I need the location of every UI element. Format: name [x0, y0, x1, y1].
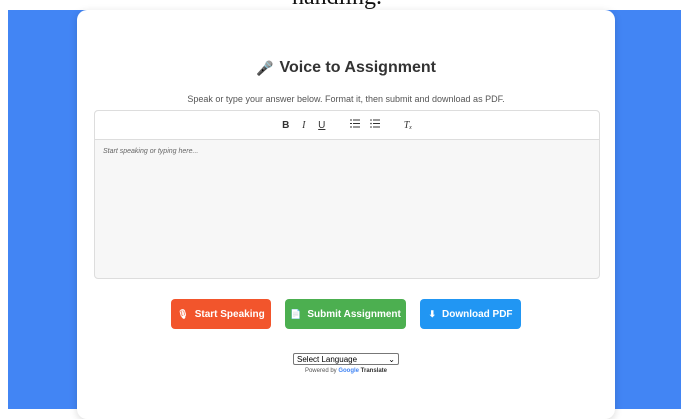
translate-label: Translate: [360, 368, 388, 374]
top-strip: handling.: [0, 0, 681, 10]
top-strip-text: handling.: [292, 0, 382, 9]
powered-by-label: Powered by: [304, 368, 337, 374]
chevron-down-icon: ⌄: [388, 354, 395, 364]
download-pdf-button[interactable]: ⬇ Download PDF: [420, 299, 521, 329]
rich-text-editor: B I U Tₓ Start speaking or typing here..…: [94, 110, 600, 279]
ordered-list-icon[interactable]: [349, 119, 360, 131]
language-select-value: Select Language: [297, 354, 358, 364]
google-logo: Google: [338, 368, 359, 374]
bold-button[interactable]: B: [282, 120, 290, 131]
submit-assignment-button[interactable]: 📄 Submit Assignment: [285, 299, 406, 329]
language-select[interactable]: Select Language ⌄: [293, 353, 399, 365]
powered-by-google-translate[interactable]: Powered by Google Translate: [305, 368, 387, 374]
italic-button[interactable]: I: [300, 120, 308, 131]
clear-format-icon[interactable]: Tₓ: [404, 120, 412, 131]
editor-toolbar: B I U Tₓ: [95, 111, 599, 140]
page-subtitle: Speak or type your answer below. Format …: [187, 94, 505, 104]
start-speaking-button[interactable]: 🎙 Start Speaking: [171, 299, 271, 329]
underline-button[interactable]: U: [318, 120, 326, 131]
download-pdf-label: Download PDF: [441, 308, 513, 320]
start-speaking-label: Start Speaking: [194, 308, 265, 320]
title-row: 🎤 Voice to Assignment: [77, 59, 615, 77]
editor-text-area[interactable]: Start speaking or typing here...: [95, 140, 599, 163]
main-card: 🎤 Voice to Assignment Speak or type your…: [77, 10, 615, 419]
bullet-list-icon[interactable]: [369, 119, 380, 131]
microphone-icon: 🎤: [256, 59, 274, 76]
action-buttons: 🎙 Start Speaking 📄 Submit Assignment ⬇ D…: [77, 299, 615, 329]
page-title: Voice to Assignment: [279, 59, 436, 76]
document-icon: 📄: [290, 308, 302, 319]
microphone-icon: 🎙: [177, 308, 189, 319]
submit-assignment-label: Submit Assignment: [307, 308, 401, 320]
language-selector: Select Language ⌄ Powered by Google Tran…: [77, 353, 615, 374]
download-icon: ⬇: [428, 308, 436, 319]
